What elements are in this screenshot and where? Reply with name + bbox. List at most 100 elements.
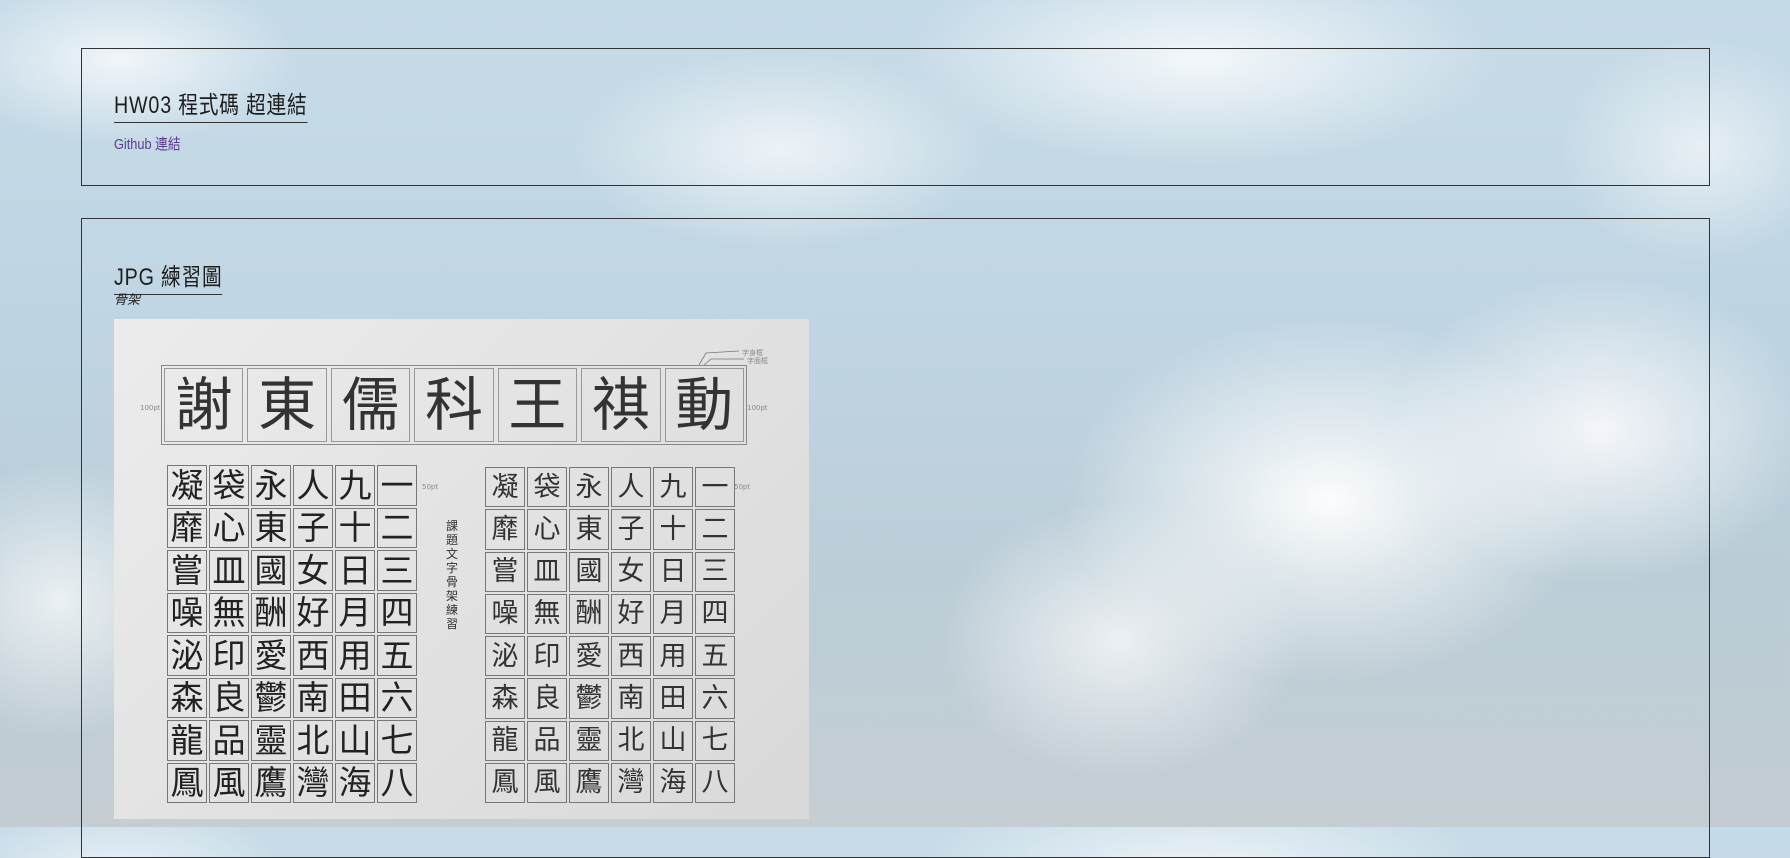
grid-char-cell: 愛: [569, 636, 609, 677]
header-char: 科: [414, 368, 494, 442]
grid-char-cell: 嘗: [167, 550, 207, 591]
grid-char-cell: 田: [653, 678, 693, 719]
grid-char-cell: 噪: [485, 593, 525, 634]
legend-label-b: 字面框: [747, 357, 768, 365]
grid-char-cell: 印: [209, 635, 249, 676]
grid-char-cell: 五: [695, 636, 735, 677]
grid-char-cell: 好: [611, 593, 651, 634]
grid-char-cell: 酬: [251, 592, 291, 633]
assignment-note: 課題 文字骨架練習: [445, 519, 458, 631]
grid-char-cell: 國: [569, 551, 609, 592]
section-title: HW03 程式碼 超連結: [114, 85, 308, 123]
grid-char-cell: 人: [293, 465, 333, 506]
grid-char-cell: 日: [335, 550, 375, 591]
grid-char-cell: 南: [293, 677, 333, 718]
grid-char-cell: 月: [335, 592, 375, 633]
grid-char-cell: 子: [611, 509, 651, 550]
header-char: 王: [497, 368, 578, 442]
grid-char-cell: 二: [695, 509, 735, 550]
grid-char-cell: 凝: [485, 467, 525, 508]
grid-char-cell: 鬱: [251, 677, 291, 718]
grid-char-cell: 鬱: [569, 678, 609, 719]
grid-char-cell: 三: [695, 551, 735, 592]
grid-char-cell: 七: [377, 720, 417, 761]
grid-char-cell: 永: [251, 465, 291, 506]
grid-char-cell: 泌: [485, 636, 525, 677]
grid-char-cell: 泌: [167, 635, 207, 676]
grid-char-cell: 五: [377, 635, 417, 676]
grid-char-cell: 山: [335, 720, 375, 761]
grid-char-cell: 灣: [293, 762, 333, 803]
size-label-100pt-right: 100pt: [747, 404, 768, 412]
grid-char-cell: 海: [653, 762, 693, 803]
grid-char-cell: 袋: [527, 467, 567, 508]
grid-char-cell: 心: [209, 507, 249, 548]
grid-char-cell: 風: [209, 762, 249, 803]
jpg-practice-section: JPG 練習圖 骨架 字身框 字面框 100pt 100pt 50pt 50pt…: [81, 218, 1710, 858]
grid-char-cell: 二: [377, 507, 417, 548]
grid-char-cell: 噪: [167, 592, 207, 633]
grid-char-cell: 良: [527, 678, 567, 719]
grid-char-cell: 北: [611, 720, 651, 761]
grid-char-cell: 北: [293, 720, 333, 761]
grid-char-cell: 好: [293, 592, 333, 633]
size-label-100pt-left: 100pt: [140, 404, 161, 412]
grid-char-cell: 南: [611, 678, 651, 719]
grid-char-cell: 森: [485, 678, 525, 719]
handwritten-character-grid: 凝袋永人九一靡心東子十二嘗皿國女日三噪無酬好月四泌印愛西用五森良鬱南田六龍品靈北…: [484, 466, 736, 804]
grid-char-cell: 酬: [569, 593, 609, 634]
printed-character-grid: 凝袋永人九一靡心東子十二嘗皿國女日三噪無酬好月四泌印愛西用五森良鬱南田六龍品靈北…: [166, 464, 418, 804]
header-char: 東: [247, 368, 327, 442]
grid-char-cell: 女: [611, 551, 651, 592]
grid-char-cell: 九: [335, 465, 375, 506]
grid-char-cell: 子: [293, 507, 333, 548]
grid-char-cell: 九: [653, 467, 693, 508]
grid-char-cell: 海: [335, 762, 375, 803]
grid-char-cell: 靡: [485, 509, 525, 550]
grid-char-cell: 風: [527, 762, 567, 803]
grid-char-cell: 無: [209, 592, 249, 633]
grid-char-cell: 四: [695, 593, 735, 634]
grid-char-cell: 十: [653, 509, 693, 550]
grid-char-cell: 國: [251, 550, 291, 591]
grid-char-cell: 西: [293, 635, 333, 676]
github-link[interactable]: Github 連結: [114, 133, 181, 154]
grid-char-cell: 皿: [527, 551, 567, 592]
grid-char-cell: 袋: [209, 465, 249, 506]
grid-char-cell: 皿: [209, 550, 249, 591]
grid-char-cell: 六: [695, 678, 735, 719]
grid-char-cell: 印: [527, 636, 567, 677]
size-label-50pt-right: 50pt: [734, 483, 751, 491]
grid-char-cell: 心: [527, 509, 567, 550]
practice-sheet-photo: 字身框 字面框 100pt 100pt 50pt 50pt 謝 東 儒 科 王 …: [114, 319, 809, 819]
grid-char-cell: 西: [611, 636, 651, 677]
grid-char-cell: 東: [569, 509, 609, 550]
grid-char-cell: 女: [293, 550, 333, 591]
grid-char-cell: 愛: [251, 635, 291, 676]
grid-char-cell: 永: [569, 467, 609, 508]
header-character-row: 謝 東 儒 科 王 祺 動: [161, 365, 747, 445]
grid-char-cell: 七: [695, 720, 735, 761]
grid-char-cell: 月: [653, 593, 693, 634]
header-char: 動: [664, 368, 744, 442]
grid-char-cell: 六: [377, 677, 417, 718]
header-char: 儒: [330, 368, 411, 442]
grid-char-cell: 八: [377, 762, 417, 803]
grid-char-cell: 用: [335, 635, 375, 676]
grid-char-cell: 龍: [167, 720, 207, 761]
grid-char-cell: 無: [527, 593, 567, 634]
grid-char-cell: 田: [335, 677, 375, 718]
grid-char-cell: 森: [167, 677, 207, 718]
grid-char-cell: 人: [611, 467, 651, 508]
hw03-code-link-section: HW03 程式碼 超連結 Github 連結: [81, 48, 1710, 186]
grid-char-cell: 靈: [251, 720, 291, 761]
grid-char-cell: 三: [377, 550, 417, 591]
grid-char-cell: 東: [251, 507, 291, 548]
grid-char-cell: 十: [335, 507, 375, 548]
grid-char-cell: 鷹: [569, 762, 609, 803]
grid-char-cell: 嘗: [485, 551, 525, 592]
grid-char-cell: 用: [653, 636, 693, 677]
grid-char-cell: 鷹: [251, 762, 291, 803]
grid-char-cell: 品: [209, 720, 249, 761]
grid-char-cell: 鳳: [485, 762, 525, 803]
